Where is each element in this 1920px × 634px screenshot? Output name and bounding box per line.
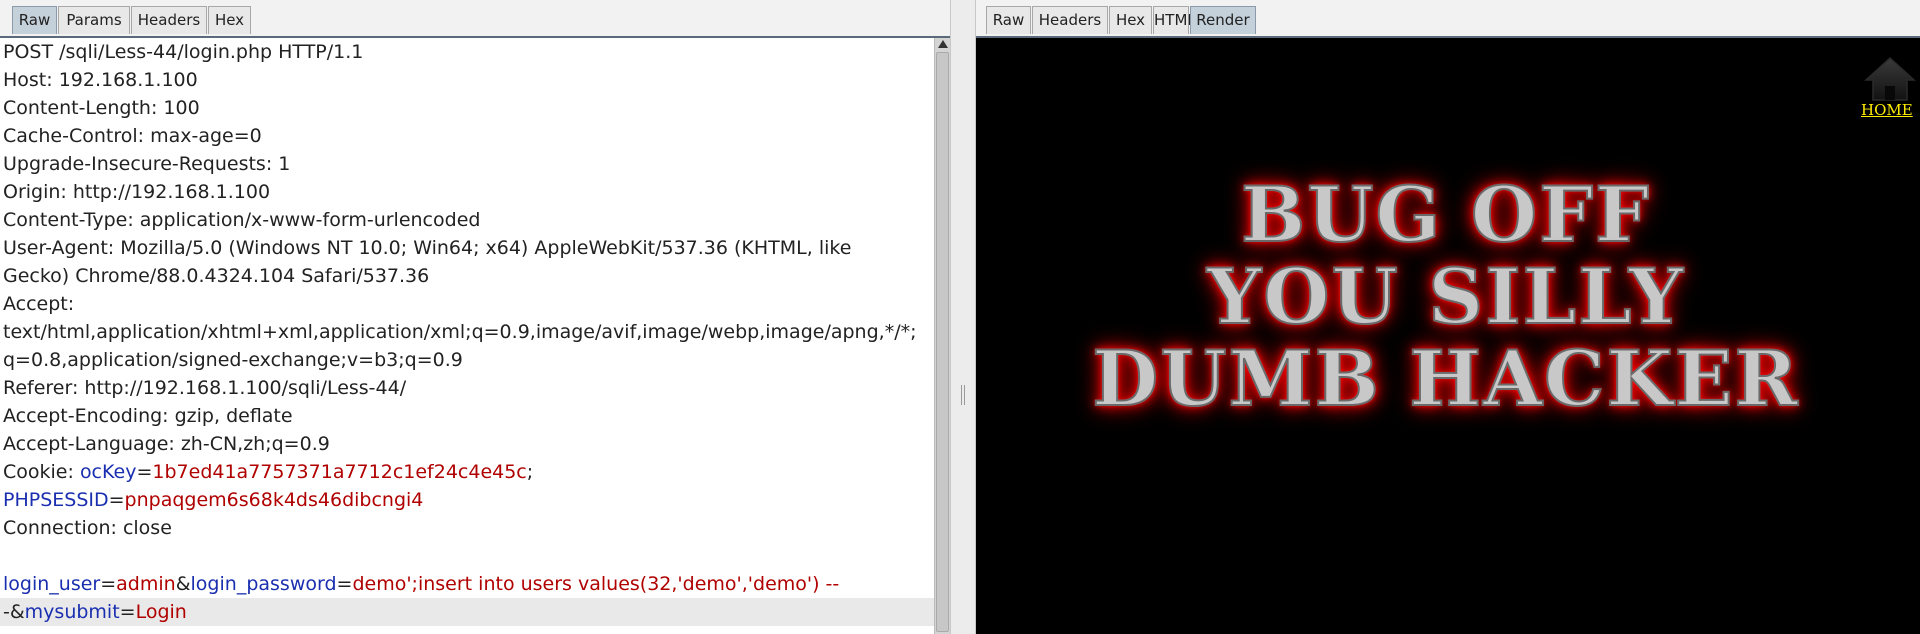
request-line[interactable]: Accept: xyxy=(0,290,934,318)
request-text: & xyxy=(175,573,191,595)
banner-line-1: BUG OFF xyxy=(1240,169,1651,260)
request-line[interactable]: PHPSESSID=pnpaqgem6s68k4ds46dibcngi4 xyxy=(0,486,934,514)
request-line[interactable]: q=0.8,application/signed-exchange;v=b3;q… xyxy=(0,346,934,374)
request-line[interactable]: text/html,application/xhtml+xml,applicat… xyxy=(0,318,934,346)
request-text: Origin: http://192.168.1.100 xyxy=(3,181,271,203)
param-value: 1b7ed41a7757371a7712c1ef24c4e45c xyxy=(152,461,527,483)
tab-headers[interactable]: Headers xyxy=(131,6,207,34)
request-line[interactable]: Gecko) Chrome/88.0.4324.104 Safari/537.3… xyxy=(0,262,934,290)
request-line[interactable]: User-Agent: Mozilla/5.0 (Windows NT 10.0… xyxy=(0,234,934,262)
request-line[interactable]: Content-Length: 100 xyxy=(0,94,934,122)
request-text: User-Agent: Mozilla/5.0 (Windows NT 10.0… xyxy=(3,237,852,259)
request-line[interactable]: Accept-Encoding: gzip, deflate xyxy=(0,402,934,430)
request-line[interactable]: Origin: http://192.168.1.100 xyxy=(0,178,934,206)
request-text: q=0.8,application/signed-exchange;v=b3;q… xyxy=(3,349,463,371)
param-name: ocKey xyxy=(79,461,137,483)
request-line[interactable]: Cookie: ocKey=1b7ed41a7757371a7712c1ef24… xyxy=(0,458,934,486)
param-value: Login xyxy=(135,601,187,623)
request-text: Upgrade-Insecure-Requests: 1 xyxy=(3,153,291,175)
request-text: Referer: http://192.168.1.100/sqli/Less-… xyxy=(3,377,407,399)
request-pane: Raw Params Headers Hex POST /sqli/Less-4… xyxy=(0,0,950,634)
request-line[interactable]: Upgrade-Insecure-Requests: 1 xyxy=(0,150,934,178)
param-value: demo';insert into users values(32,'demo'… xyxy=(352,573,840,595)
scroll-up-arrow-icon[interactable] xyxy=(938,40,948,48)
request-line[interactable]: Cache-Control: max-age=0 xyxy=(0,122,934,150)
request-line[interactable] xyxy=(0,542,934,570)
request-text: Host: 192.168.1.100 xyxy=(3,69,198,91)
banner-line-3: DUMB HACKER xyxy=(1091,333,1800,424)
request-text: text/html,application/xhtml+xml,applicat… xyxy=(3,321,917,343)
request-text: Connection: close xyxy=(3,517,172,539)
tab-headers-response[interactable]: Headers xyxy=(1032,6,1108,34)
request-line[interactable]: POST /sqli/Less-44/login.php HTTP/1.1 xyxy=(0,38,934,66)
tab-render-response[interactable]: Render xyxy=(1190,6,1256,34)
request-tab-bar: Raw Params Headers Hex xyxy=(0,0,950,38)
home-link-label[interactable]: HOME xyxy=(1861,101,1913,119)
param-name: mysubmit xyxy=(24,601,120,623)
request-text: Cookie: xyxy=(3,461,80,483)
request-line[interactable]: Accept-Language: zh-CN,zh;q=0.9 xyxy=(0,430,934,458)
request-scrollbar[interactable] xyxy=(934,38,950,634)
request-text: = xyxy=(108,489,125,511)
bug-off-banner: BUG OFF YOU SILLY DUMB HACKER xyxy=(1076,169,1816,430)
tab-params[interactable]: Params xyxy=(58,6,130,34)
pane-divider[interactable] xyxy=(950,0,976,634)
request-text: POST /sqli/Less-44/login.php HTTP/1.1 xyxy=(3,41,364,63)
request-line[interactable]: Content-Type: application/x-www-form-url… xyxy=(0,206,934,234)
request-line[interactable]: login_user=admin&login_password=demo';in… xyxy=(0,570,934,598)
scrollbar-thumb[interactable] xyxy=(936,52,949,632)
request-text: Accept-Language: zh-CN,zh;q=0.9 xyxy=(3,433,330,455)
param-value: pnpaqgem6s68k4ds46dibcngi4 xyxy=(124,489,424,511)
request-line[interactable]: Connection: close xyxy=(0,514,934,542)
banner-line-2: YOU SILLY xyxy=(1206,251,1685,342)
request-text: = xyxy=(136,461,153,483)
request-line[interactable]: -&mysubmit=Login xyxy=(0,598,934,626)
request-text: Accept: xyxy=(3,293,75,315)
request-line[interactable]: Host: 192.168.1.100 xyxy=(0,66,934,94)
request-text: Accept-Encoding: gzip, deflate xyxy=(3,405,293,427)
param-name: login_password xyxy=(190,573,337,595)
request-text: = xyxy=(336,573,353,595)
param-name: PHPSESSID xyxy=(3,489,109,511)
request-text: ; xyxy=(526,461,534,483)
param-value: admin xyxy=(116,573,176,595)
tab-raw-response[interactable]: Raw xyxy=(986,6,1031,34)
tab-raw[interactable]: Raw xyxy=(12,6,57,34)
request-text: = xyxy=(119,601,136,623)
tab-hex-response[interactable]: Hex xyxy=(1109,6,1152,34)
home-link[interactable]: HOME xyxy=(1860,56,1920,126)
param-name: login_user xyxy=(3,573,101,595)
request-text: Gecko) Chrome/88.0.4324.104 Safari/537.3… xyxy=(3,265,430,287)
house-icon[interactable] xyxy=(1862,56,1918,102)
tab-html-response[interactable]: HTML xyxy=(1153,6,1196,34)
render-view: HOME BUG OFF YOU SILLY DUMB HACKER xyxy=(976,38,1920,634)
divider-grip-icon[interactable] xyxy=(961,385,965,405)
request-text: Content-Length: 100 xyxy=(3,97,200,119)
response-pane: Raw Headers Hex HTML Render HOME BUG OFF… xyxy=(976,0,1920,634)
request-text: Cache-Control: max-age=0 xyxy=(3,125,262,147)
response-tab-bar: Raw Headers Hex HTML Render xyxy=(976,0,1920,38)
request-text: = xyxy=(100,573,117,595)
request-text: -& xyxy=(3,601,25,623)
tab-hex[interactable]: Hex xyxy=(208,6,251,34)
request-editor[interactable]: POST /sqli/Less-44/login.php HTTP/1.1 Hos… xyxy=(0,38,934,634)
request-line[interactable]: Referer: http://192.168.1.100/sqli/Less-… xyxy=(0,374,934,402)
request-text: Content-Type: application/x-www-form-url… xyxy=(3,209,481,231)
